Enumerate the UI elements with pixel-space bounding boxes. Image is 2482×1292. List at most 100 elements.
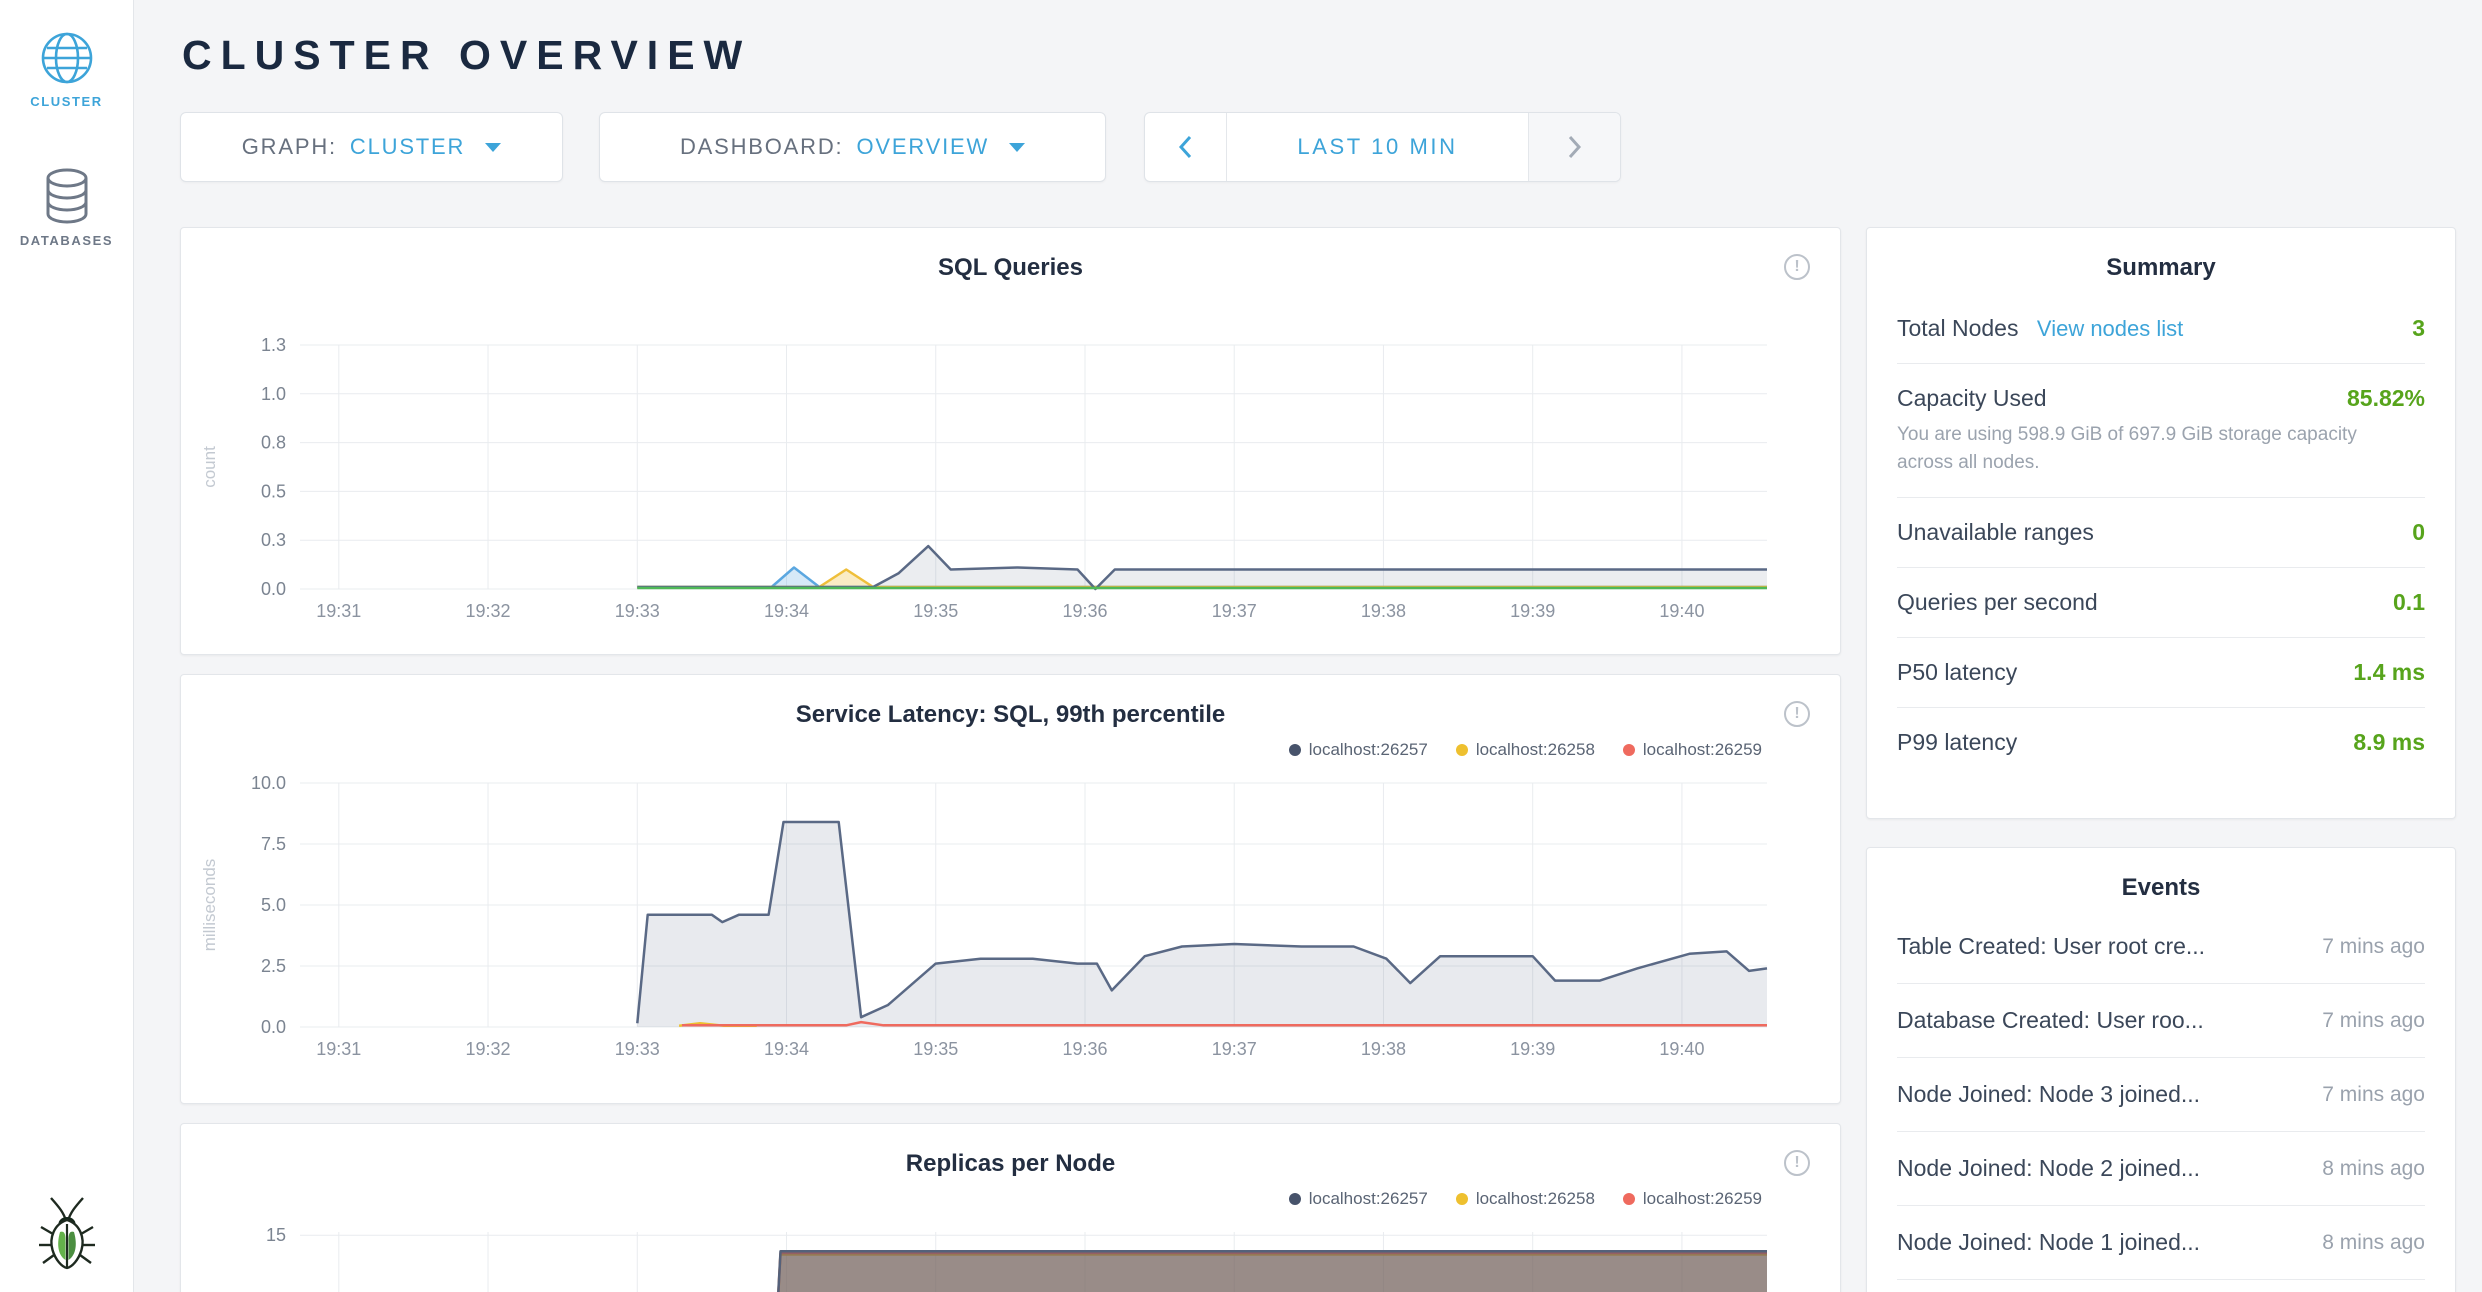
info-icon[interactable]: ! bbox=[1784, 254, 1810, 280]
legend-item-node2[interactable]: localhost:26258 bbox=[1456, 1189, 1595, 1209]
svg-text:15: 15 bbox=[266, 1225, 286, 1245]
svg-text:count: count bbox=[200, 446, 219, 488]
chart-legend: localhost:26257 localhost:26258 localhos… bbox=[181, 739, 1840, 761]
summary-row-capacity: Capacity Used 85.82% You are using 598.9… bbox=[1897, 364, 2425, 498]
graph-dropdown[interactable]: GRAPH: CLUSTER bbox=[180, 112, 563, 182]
svg-text:0.3: 0.3 bbox=[261, 530, 286, 550]
svg-text:19:37: 19:37 bbox=[1212, 1039, 1257, 1059]
svg-text:10.0: 10.0 bbox=[251, 773, 286, 793]
svg-text:19:34: 19:34 bbox=[764, 601, 809, 621]
event-row: Database Created: User roo... 7 mins ago bbox=[1897, 984, 2425, 1058]
summary-label: P99 latency bbox=[1897, 729, 2017, 756]
content-columns: SQL Queries ! 1.31.00.80.50.30.019:3119:… bbox=[180, 227, 2482, 1292]
svg-text:19:36: 19:36 bbox=[1062, 1039, 1107, 1059]
sidebar-item-label: CLUSTER bbox=[30, 94, 103, 109]
event-text: Node Joined: Node 3 joined... bbox=[1897, 1081, 2200, 1108]
time-range-selector: LAST 10 MIN bbox=[1144, 112, 1621, 182]
svg-text:19:39: 19:39 bbox=[1510, 1039, 1555, 1059]
summary-value: 8.9 ms bbox=[2353, 729, 2425, 756]
sql-queries-card: SQL Queries ! 1.31.00.80.50.30.019:3119:… bbox=[180, 227, 1841, 655]
event-text: Node Joined: Node 2 joined... bbox=[1897, 1155, 2200, 1182]
svg-text:7.5: 7.5 bbox=[261, 834, 286, 854]
replicas-per-node-card: Replicas per Node ! localhost:26257 loca… bbox=[180, 1123, 1841, 1292]
svg-text:19:37: 19:37 bbox=[1212, 601, 1257, 621]
graph-dropdown-value: CLUSTER bbox=[350, 134, 465, 160]
summary-row-qps: Queries per second 0.1 bbox=[1897, 568, 2425, 638]
legend-item-node1[interactable]: localhost:26257 bbox=[1289, 740, 1428, 760]
legend-label: localhost:26257 bbox=[1309, 1189, 1428, 1209]
svg-text:0.0: 0.0 bbox=[261, 579, 286, 599]
svg-text:19:38: 19:38 bbox=[1361, 1039, 1406, 1059]
dashboard-controls: GRAPH: CLUSTER DASHBOARD: OVERVIEW LAST … bbox=[180, 112, 2482, 182]
sidebar-item-cluster[interactable]: CLUSTER bbox=[0, 30, 133, 109]
legend-label: localhost:26259 bbox=[1643, 740, 1762, 760]
summary-value: 1.4 ms bbox=[2353, 659, 2425, 686]
svg-text:1.0: 1.0 bbox=[261, 384, 286, 404]
time-range-next-button[interactable] bbox=[1528, 113, 1620, 181]
svg-text:1.3: 1.3 bbox=[261, 335, 286, 355]
info-icon[interactable]: ! bbox=[1784, 1150, 1810, 1176]
chevron-left-icon bbox=[1178, 134, 1193, 160]
legend-dot bbox=[1289, 1193, 1301, 1205]
capacity-note: You are using 598.9 GiB of 697.9 GiB sto… bbox=[1897, 421, 2425, 476]
legend-label: localhost:26258 bbox=[1476, 1189, 1595, 1209]
summary-card: Summary Total Nodes View nodes list 3 Ca… bbox=[1866, 227, 2456, 819]
summary-label: Total Nodes bbox=[1897, 315, 2018, 341]
replicas-per-node-chart: 151019:3119:3219:3319:3419:3519:3619:371… bbox=[181, 1216, 1840, 1292]
summary-label: Unavailable ranges bbox=[1897, 519, 2094, 546]
graph-dropdown-label: GRAPH: bbox=[242, 134, 337, 160]
legend-label: localhost:26259 bbox=[1643, 1189, 1762, 1209]
svg-text:19:32: 19:32 bbox=[466, 601, 511, 621]
event-time: 8 mins ago bbox=[2322, 1157, 2425, 1181]
globe-icon bbox=[39, 30, 95, 86]
time-range-prev-button[interactable] bbox=[1145, 113, 1227, 181]
chevron-down-icon bbox=[1009, 143, 1025, 152]
sidebar-item-databases[interactable]: DATABASES bbox=[0, 167, 133, 248]
page-title: CLUSTER OVERVIEW bbox=[182, 32, 2482, 79]
sidebar: CLUSTER DATABASES bbox=[0, 0, 134, 1292]
summary-value: 0.1 bbox=[2393, 589, 2425, 616]
legend-item-node3[interactable]: localhost:26259 bbox=[1623, 1189, 1762, 1209]
charts-column: SQL Queries ! 1.31.00.80.50.30.019:3119:… bbox=[180, 227, 1841, 1292]
summary-row-p99: P99 latency 8.9 ms bbox=[1897, 708, 2425, 777]
summary-label: P50 latency bbox=[1897, 659, 2017, 686]
svg-text:0.5: 0.5 bbox=[261, 481, 286, 501]
summary-row-unavailable-ranges: Unavailable ranges 0 bbox=[1897, 498, 2425, 568]
chart-legend: localhost:26257 localhost:26258 localhos… bbox=[181, 1188, 1840, 1210]
event-time: 7 mins ago bbox=[2322, 1009, 2425, 1033]
summary-column: Summary Total Nodes View nodes list 3 Ca… bbox=[1866, 227, 2456, 1292]
legend-dot bbox=[1623, 1193, 1635, 1205]
summary-value: 0 bbox=[2412, 519, 2425, 546]
event-time: 7 mins ago bbox=[2322, 1083, 2425, 1107]
chart-title: Replicas per Node bbox=[181, 1124, 1840, 1178]
summary-rows: Total Nodes View nodes list 3 Capacity U… bbox=[1897, 294, 2425, 777]
event-text: Table Created: User root cre... bbox=[1897, 933, 2205, 960]
event-text: Node Joined: Node 1 joined... bbox=[1897, 1229, 2200, 1256]
svg-text:19:31: 19:31 bbox=[316, 1039, 361, 1059]
legend-dot bbox=[1623, 744, 1635, 756]
legend-item-node3[interactable]: localhost:26259 bbox=[1623, 740, 1762, 760]
dashboard-dropdown[interactable]: DASHBOARD: OVERVIEW bbox=[599, 112, 1106, 182]
legend-dot bbox=[1456, 744, 1468, 756]
svg-text:0.0: 0.0 bbox=[261, 1017, 286, 1037]
summary-value: 85.82% bbox=[2347, 385, 2425, 412]
sidebar-item-label: DATABASES bbox=[20, 233, 113, 248]
legend-item-node1[interactable]: localhost:26257 bbox=[1289, 1189, 1428, 1209]
legend-label: localhost:26258 bbox=[1476, 740, 1595, 760]
cockroach-icon bbox=[36, 1194, 98, 1270]
dashboard-dropdown-label: DASHBOARD: bbox=[680, 134, 843, 160]
svg-text:19:36: 19:36 bbox=[1062, 601, 1107, 621]
svg-text:0.8: 0.8 bbox=[261, 433, 286, 453]
legend-dot bbox=[1456, 1193, 1468, 1205]
summary-label: Capacity Used bbox=[1897, 385, 2047, 412]
legend-item-node2[interactable]: localhost:26258 bbox=[1456, 740, 1595, 760]
service-latency-card: Service Latency: SQL, 99th percentile ! … bbox=[180, 674, 1841, 1104]
time-range-label[interactable]: LAST 10 MIN bbox=[1227, 113, 1528, 181]
info-icon[interactable]: ! bbox=[1784, 701, 1810, 727]
summary-value: 3 bbox=[2412, 315, 2425, 342]
event-text: Database Created: User roo... bbox=[1897, 1007, 2204, 1034]
events-card: Events Table Created: User root cre... 7… bbox=[1866, 847, 2456, 1292]
view-nodes-list-link[interactable]: View nodes list bbox=[2037, 316, 2183, 341]
svg-text:19:34: 19:34 bbox=[764, 1039, 809, 1059]
chart-title: Service Latency: SQL, 99th percentile bbox=[181, 675, 1840, 729]
